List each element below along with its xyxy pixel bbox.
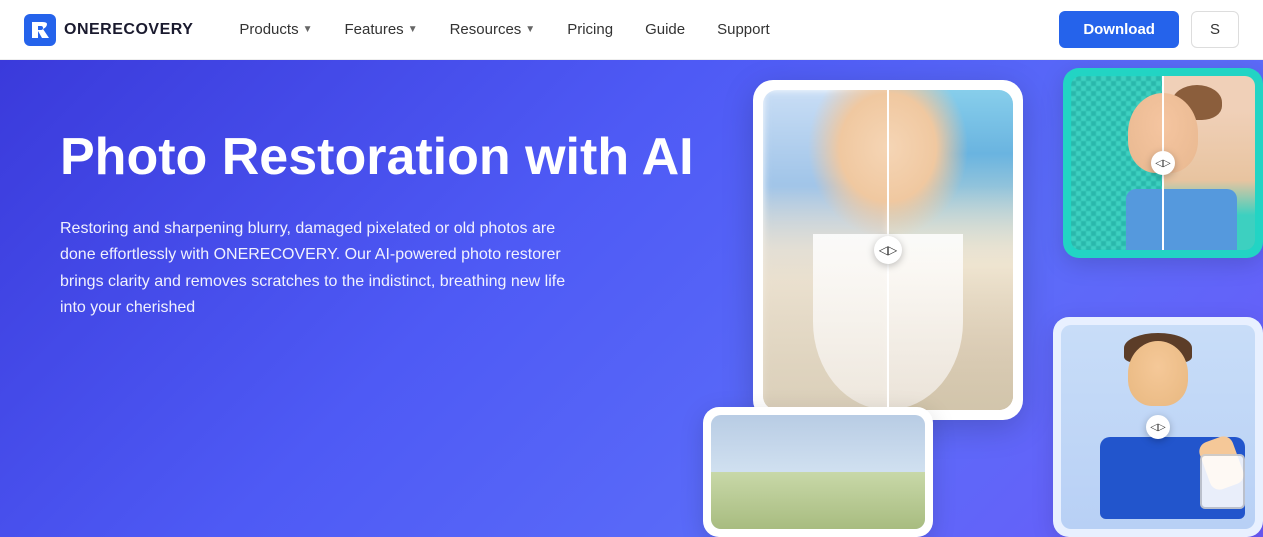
tablet-shape (1200, 454, 1245, 509)
logo-text: ONERECOVERY (64, 21, 193, 39)
person-slider-handle[interactable]: ◁▷ (1146, 415, 1170, 439)
nav-label-support: Support (717, 21, 770, 38)
nav-right: Download S (1059, 11, 1239, 48)
face-slider-handle[interactable]: ◁▷ (1151, 151, 1175, 175)
nav-item-guide[interactable]: Guide (631, 13, 699, 46)
logo-icon (24, 14, 56, 46)
chevron-down-icon: ▼ (408, 24, 418, 35)
small-card-inner (711, 415, 925, 529)
signin-button[interactable]: S (1191, 11, 1239, 48)
hero-section: Photo Restoration with AI Restoring and … (0, 60, 1263, 537)
hero-images: ◁▷ ◁▷ ◁ (703, 60, 1263, 537)
person-card-inner: ◁▷ (1061, 325, 1255, 529)
chevron-down-icon: ▼ (525, 24, 535, 35)
nav-item-pricing[interactable]: Pricing (553, 13, 627, 46)
small-sky (711, 415, 925, 472)
logo[interactable]: ONERECOVERY (24, 14, 193, 46)
small-ground (711, 472, 925, 529)
nav-item-products[interactable]: Products ▼ (225, 13, 326, 46)
nav-item-resources[interactable]: Resources ▼ (436, 13, 550, 46)
nav-label-pricing: Pricing (567, 21, 613, 38)
nav-label-resources: Resources (450, 21, 522, 38)
chevron-down-icon: ▼ (303, 24, 313, 35)
nav-item-features[interactable]: Features ▼ (330, 13, 431, 46)
main-card-inner: ◁▷ (763, 90, 1013, 410)
nav-item-support[interactable]: Support (703, 13, 784, 46)
navbar: ONERECOVERY Products ▼ Features ▼ Resour… (0, 0, 1263, 60)
face-shirt (1126, 189, 1236, 250)
nav-label-features: Features (344, 21, 403, 38)
small-image-card (703, 407, 933, 537)
download-button[interactable]: Download (1059, 11, 1179, 48)
face-card-inner: ◁▷ (1071, 76, 1255, 250)
nav-links: Products ▼ Features ▼ Resources ▼ Pricin… (225, 13, 1059, 46)
hero-description: Restoring and sharpening blurry, damaged… (60, 216, 580, 322)
nav-label-products: Products (239, 21, 298, 38)
nav-label-guide: Guide (645, 21, 685, 38)
face-unblur-card: ◁▷ (1063, 68, 1263, 258)
person2-head (1128, 341, 1188, 406)
person-card: ◁▷ (1053, 317, 1263, 537)
slider-handle[interactable]: ◁▷ (874, 236, 902, 264)
main-before-after-card: ◁▷ (753, 80, 1023, 420)
